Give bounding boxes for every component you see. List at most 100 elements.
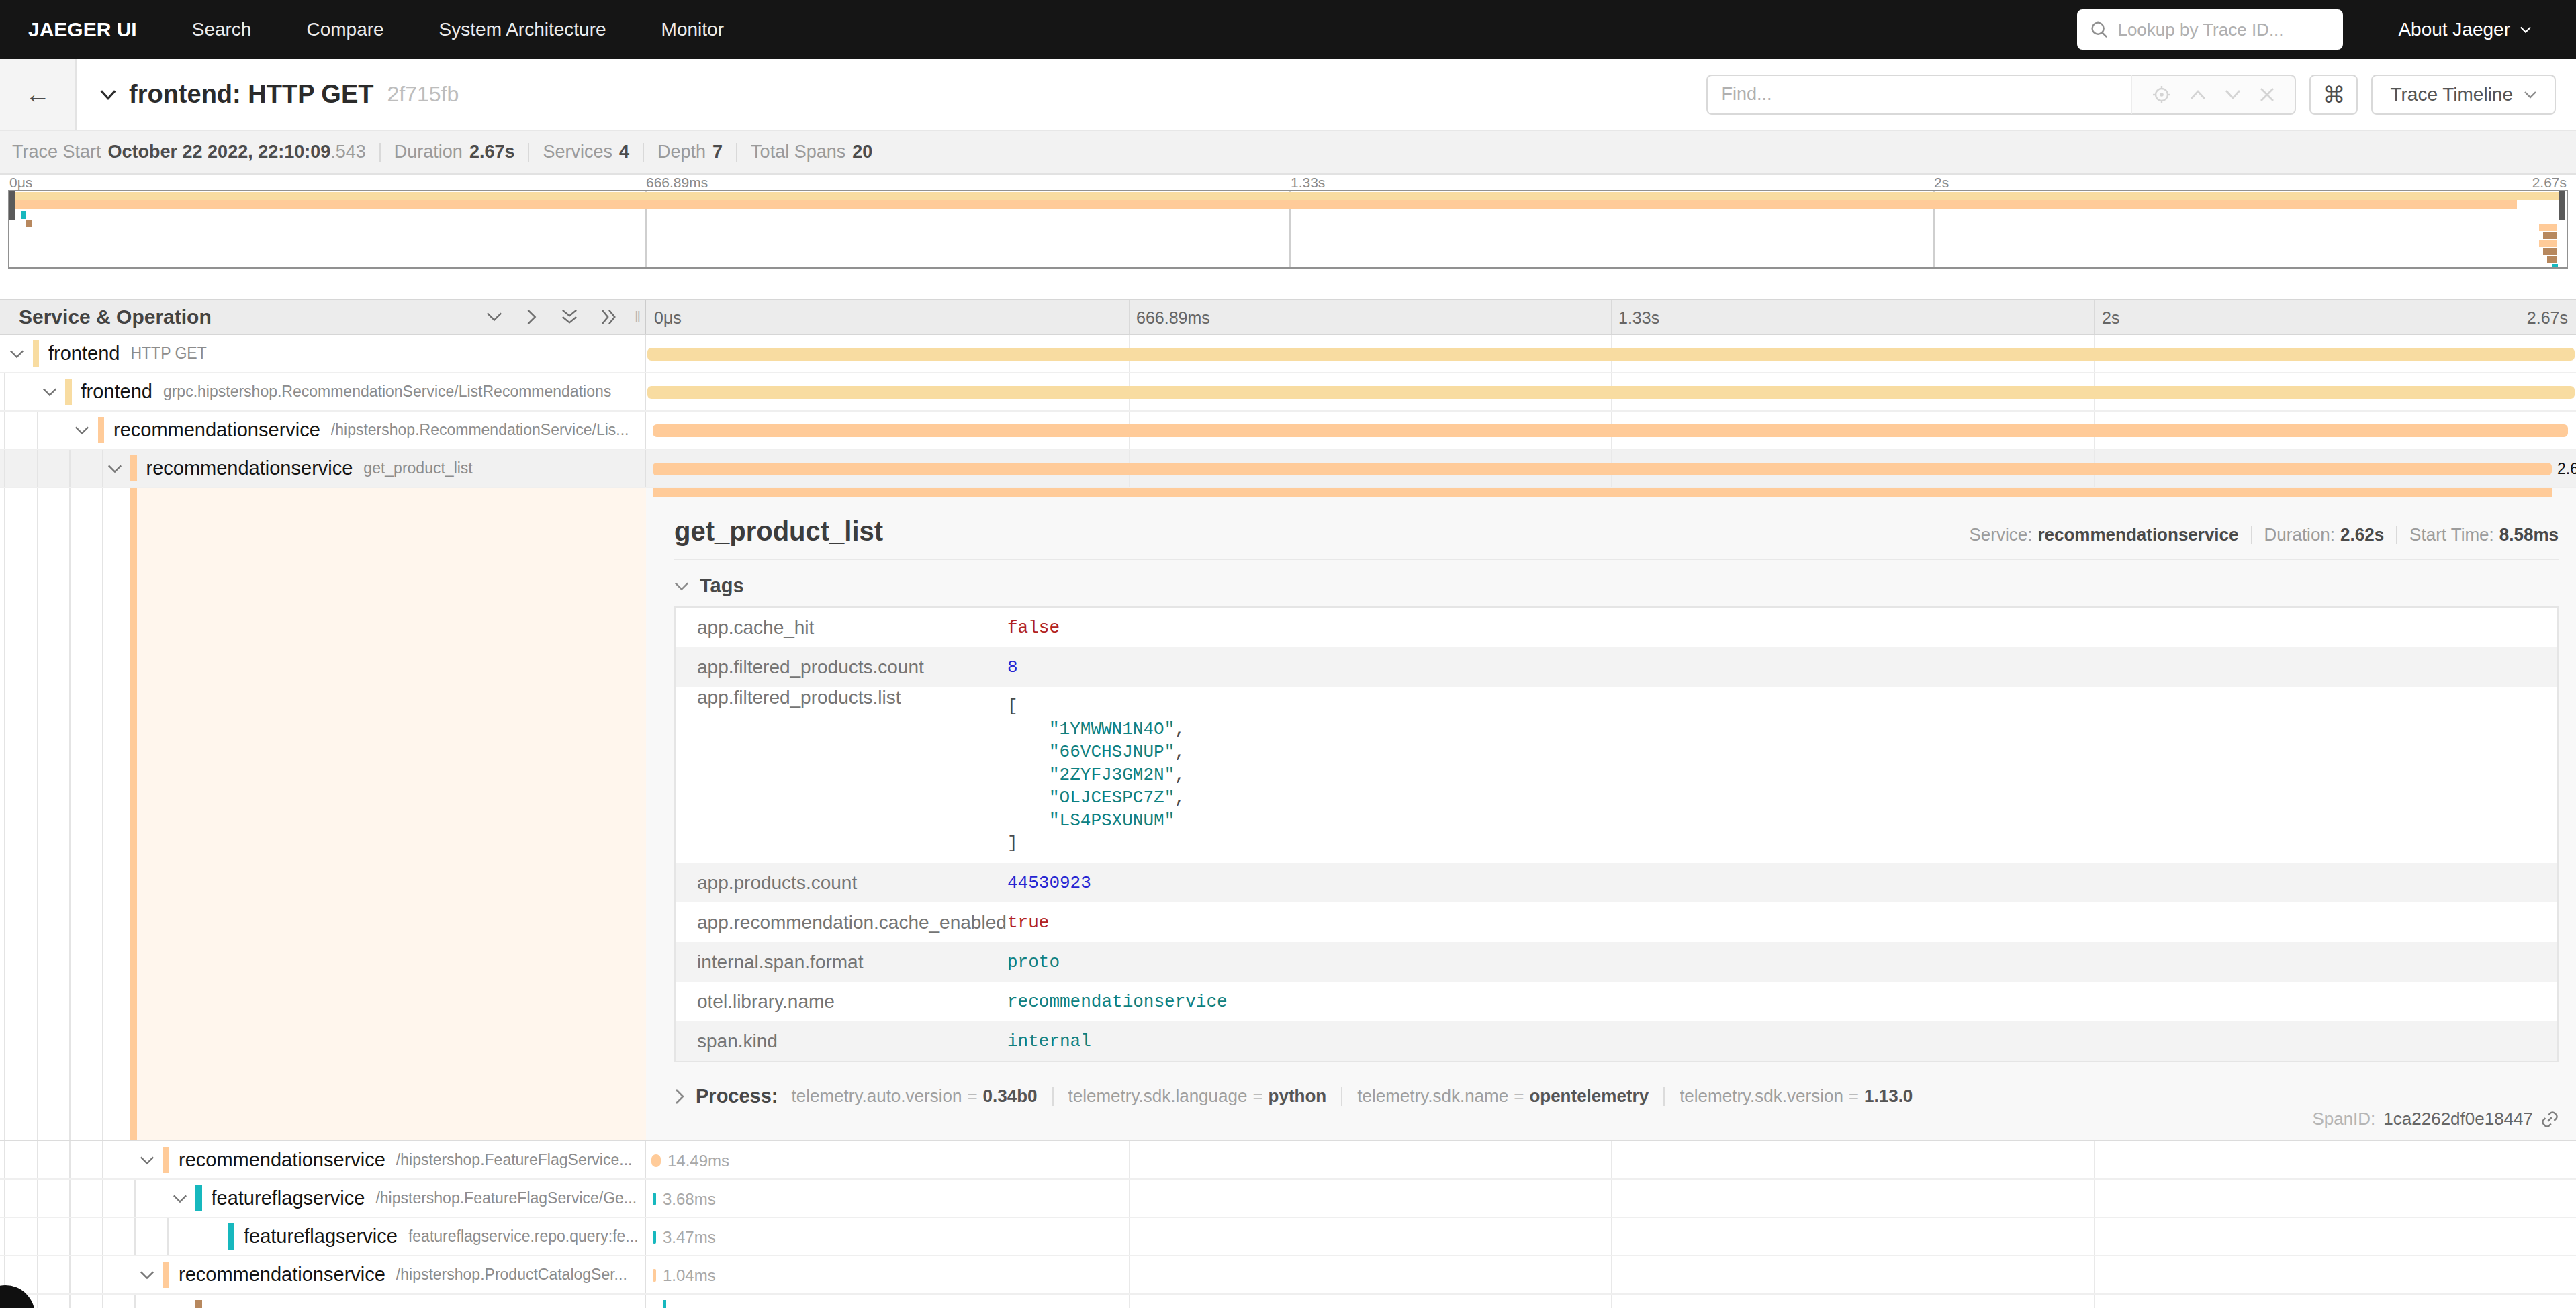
- span-name[interactable]: featureflagservicefeatureflagservice.rep…: [244, 1218, 642, 1255]
- span-bar[interactable]: [647, 348, 2575, 361]
- span-bar[interactable]: [653, 1193, 656, 1205]
- prev-match-icon[interactable]: [2190, 89, 2206, 100]
- app-logo[interactable]: JAEGER UI: [28, 18, 137, 41]
- minimap-scrubber-handle[interactable]: [2559, 191, 2565, 220]
- trace-id-lookup[interactable]: [2077, 9, 2343, 50]
- focus-icon[interactable]: [2152, 85, 2171, 104]
- command-icon: ⌘: [2322, 81, 2345, 108]
- chevron-down-icon[interactable]: [9, 348, 24, 359]
- collapse-one-icon[interactable]: [486, 311, 503, 323]
- indent-guide: [69, 1180, 71, 1217]
- span-row[interactable]: recommendationservice/hipstershop.Featur…: [0, 1141, 2576, 1180]
- expand-all-icon[interactable]: [601, 308, 617, 326]
- summary-label: Total Spans: [751, 142, 845, 162]
- back-button[interactable]: ←: [0, 59, 77, 130]
- operation-name: HTTP GET: [130, 344, 206, 363]
- nav-item-compare[interactable]: Compare: [306, 19, 383, 40]
- indent-guide: [102, 1256, 103, 1293]
- process-section-header[interactable]: Process:telemetry.auto.version=0.34b0tel…: [674, 1085, 2559, 1107]
- span-name[interactable]: frontendgrpc.hipstershop.RecommendationS…: [81, 373, 643, 410]
- service-name: recommendationservice: [146, 457, 353, 479]
- nav-item-search[interactable]: Search: [192, 19, 252, 40]
- minimap-span-bar: [2539, 224, 2557, 231]
- span-bar[interactable]: [653, 1269, 656, 1282]
- span-bar[interactable]: [651, 1154, 661, 1167]
- indent-guide: [134, 1180, 136, 1217]
- keyboard-shortcuts-button[interactable]: ⌘: [2309, 75, 2358, 115]
- span-row[interactable]: frontendgrpc.hipstershop.RecommendationS…: [0, 373, 2576, 412]
- span-row[interactable]: featureflagservice/hipstershop.FeatureFl…: [0, 1180, 2576, 1218]
- service-color-bar: [33, 340, 40, 367]
- chevron-down-icon[interactable]: [42, 387, 57, 398]
- tick-label: 1.33s: [1618, 308, 1659, 328]
- span-name[interactable]: recommendationservice/hipstershop.Featur…: [179, 1141, 642, 1178]
- chevron-down-icon[interactable]: [107, 463, 122, 474]
- tag-value: proto: [1007, 952, 1060, 972]
- minimap-scrubber-handle[interactable]: [9, 191, 15, 220]
- tag-row: app.recommendation.cache_enabledtrue: [676, 902, 2557, 942]
- nav-item-monitor[interactable]: Monitor: [661, 19, 724, 40]
- collapse-all-icon[interactable]: [561, 309, 578, 325]
- span-tree-cell: recommendationservice/hipstershop.Featur…: [0, 1141, 646, 1178]
- minimap-span-bar: [2539, 240, 2557, 247]
- indent-guide: [37, 1180, 38, 1217]
- summary-value: 20: [852, 142, 872, 162]
- tag-value: false: [1007, 618, 1060, 638]
- tag-key: app.cache_hit: [676, 617, 1007, 639]
- span-row[interactable]: recommendationservice/hipstershop.Produc…: [0, 1256, 2576, 1295]
- span-name[interactable]: frontendHTTP GET: [48, 335, 642, 372]
- timeline-gridline: [2094, 1256, 2095, 1293]
- span-name[interactable]: recommendationserviceget_product_list: [146, 450, 643, 487]
- trace-view-selector[interactable]: Trace Timeline: [2371, 75, 2556, 115]
- trace-title[interactable]: frontend: HTTP GET: [129, 80, 374, 109]
- detail-span-bar[interactable]: [653, 488, 2552, 497]
- span-bar[interactable]: [653, 1231, 656, 1244]
- chevron-down-icon[interactable]: [173, 1193, 187, 1204]
- span-row[interactable]: recommendationserviceget_product_list2.6…: [0, 450, 2576, 488]
- span-row[interactable]: [0, 1295, 2576, 1308]
- span-bar[interactable]: [653, 424, 2568, 437]
- expand-one-icon[interactable]: [526, 308, 538, 326]
- search-icon: [2090, 21, 2108, 38]
- about-jaeger-menu[interactable]: About Jaeger: [2398, 19, 2532, 40]
- chevron-down-icon[interactable]: [75, 425, 89, 436]
- indent-guide: [37, 1256, 38, 1293]
- span-row[interactable]: recommendationservice/hipstershop.Recomm…: [0, 412, 2576, 450]
- tick-label: 666.89ms: [1136, 308, 1210, 328]
- service-color-bar: [163, 1147, 170, 1173]
- tags-section-header[interactable]: Tags: [674, 575, 2559, 597]
- span-row[interactable]: frontendHTTP GET: [0, 335, 2576, 373]
- span-bar[interactable]: [653, 463, 2552, 475]
- column-resizer[interactable]: ‖: [635, 308, 641, 326]
- timeline-gridline: [1129, 1141, 1130, 1178]
- link-icon[interactable]: [2541, 1111, 2559, 1128]
- span-row[interactable]: featureflagservicefeatureflagservice.rep…: [0, 1218, 2576, 1256]
- collapse-trace-chevron[interactable]: [99, 89, 117, 101]
- indent-guide: [102, 488, 103, 1140]
- nav-item-system-architecture[interactable]: System Architecture: [439, 19, 606, 40]
- indent-guide: [69, 1256, 71, 1293]
- clear-find-icon[interactable]: [2260, 87, 2274, 102]
- trace-minimap[interactable]: [8, 190, 2568, 269]
- bracket: ]: [1007, 832, 1185, 855]
- indent-guide: [102, 1218, 103, 1255]
- trace-id-lookup-input[interactable]: [2117, 19, 2330, 40]
- span-timeline-cell: 3.47ms: [646, 1218, 2576, 1255]
- indent-guide: [102, 450, 103, 487]
- tags-table: app.cache_hitfalseapp.filtered_products.…: [674, 606, 2559, 1062]
- span-bar[interactable]: [647, 386, 2575, 399]
- indent-guide: [4, 488, 5, 1140]
- arrow-left-icon: ←: [25, 80, 50, 109]
- span-name[interactable]: recommendationservice/hipstershop.Recomm…: [113, 412, 642, 449]
- chevron-down-icon[interactable]: [140, 1155, 154, 1166]
- summary-value: 2.67s: [469, 142, 515, 162]
- tag-key: span.kind: [676, 1031, 1007, 1052]
- find-input[interactable]: [1706, 75, 2131, 115]
- span-tree-cell: frontendHTTP GET: [0, 335, 646, 372]
- timeline-gridline: [1611, 1180, 1612, 1217]
- span-name[interactable]: featureflagservice/hipstershop.FeatureFl…: [212, 1180, 643, 1217]
- span-name[interactable]: recommendationservice/hipstershop.Produc…: [179, 1256, 642, 1293]
- chevron-down-icon[interactable]: [140, 1270, 154, 1280]
- minimap-span-bar: [2547, 256, 2557, 263]
- next-match-icon[interactable]: [2225, 89, 2241, 100]
